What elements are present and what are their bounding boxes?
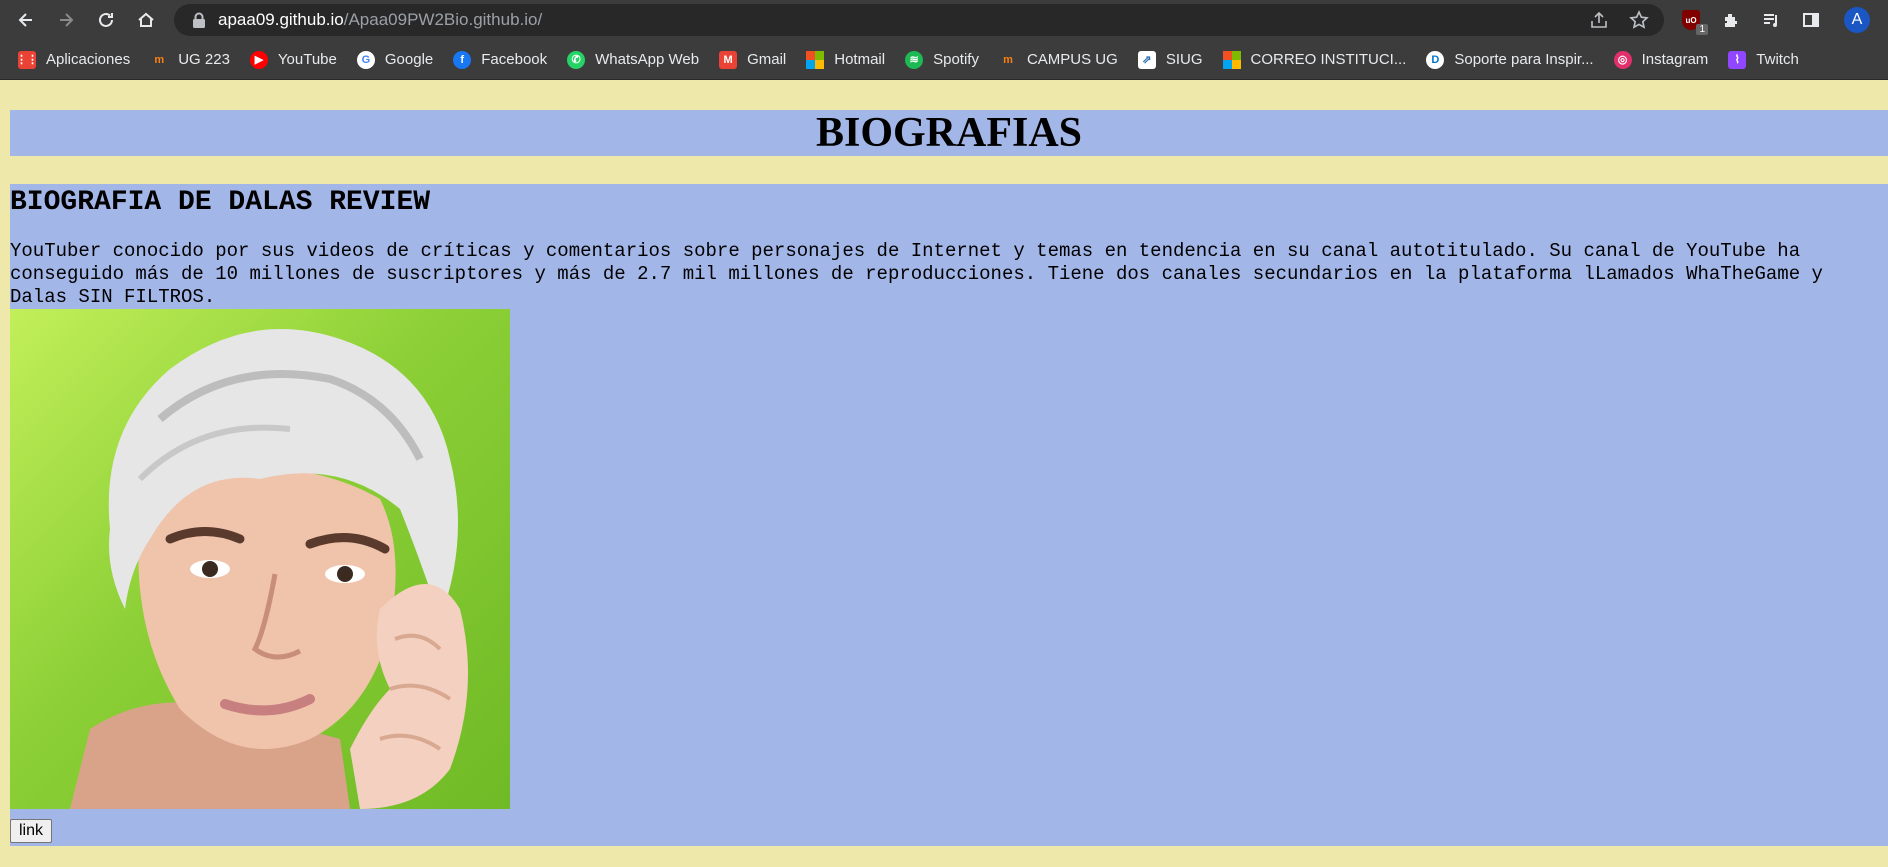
back-icon[interactable] (6, 0, 46, 40)
apps-grid-icon: ⋮⋮ (16, 50, 38, 69)
bookmark-label: Twitch (1756, 51, 1799, 68)
portrait-illustration (70, 329, 468, 809)
forward-icon[interactable] (46, 0, 86, 40)
reading-list-icon[interactable] (1758, 7, 1784, 33)
address-bar[interactable]: apaa09.github.io/Apaa09PW2Bio.github.io/ (174, 4, 1664, 36)
instagram-icon: ◎ (1613, 50, 1632, 69)
gmail-icon: M (719, 50, 738, 69)
bookmark-label: WhatsApp Web (595, 51, 700, 68)
moodle-icon: m (1003, 53, 1013, 66)
bookmark-label: CAMPUS UG (1026, 51, 1118, 68)
bookmark-label: Instagram (1641, 51, 1709, 68)
bookmark-item[interactable]: ⇗ SIUG (1137, 50, 1203, 69)
facebook-icon: f (453, 50, 472, 69)
spotify-icon: ≋ (905, 50, 924, 69)
bookmark-item[interactable]: m UG 223 (150, 51, 230, 69)
profile-avatar[interactable]: A (1844, 7, 1870, 33)
youtube-icon: ▶ (249, 50, 268, 69)
moodle-icon: m (154, 53, 165, 66)
bio-text: YouTuber conocido por sus videos de crít… (10, 240, 1823, 308)
page-title: BIOGRAFIAS (815, 110, 1083, 156)
portrait-photo (10, 309, 510, 809)
google-icon: G (356, 50, 375, 69)
bookmark-item[interactable]: ⋮⋮ Aplicaciones (16, 50, 131, 69)
home-icon[interactable] (126, 0, 166, 40)
ublock-icon[interactable]: uO 1 (1678, 7, 1708, 35)
bookmark-item[interactable]: CORREO INSTITUCI... (1222, 50, 1407, 69)
bookmark-label: Spotify (933, 51, 979, 68)
bookmark-item[interactable]: Hotmail (806, 50, 886, 69)
browser-toolbar: apaa09.github.io/Apaa09PW2Bio.github.io/… (0, 0, 1888, 40)
bookmarks-bar: ⋮⋮ Aplicaciones m UG 223 ▶ YouTube G Google f Fac… (0, 40, 1888, 80)
bookmark-label: Soporte para Inspir... (1454, 51, 1594, 68)
twitch-icon: ⌇ (1728, 50, 1747, 69)
dell-icon: D (1426, 50, 1445, 69)
bookmark-label: Hotmail (834, 51, 886, 68)
bookmark-item[interactable]: ▶ YouTube (249, 50, 337, 69)
url-host: apaa09.github.io (218, 10, 344, 29)
bookmark-item[interactable]: M Gmail (719, 50, 787, 69)
bookmark-label: Aplicaciones (46, 51, 131, 68)
link-button[interactable]: link (10, 819, 53, 843)
bio-heading: BIOGRAFIA DE DALAS REVIEW (10, 187, 431, 218)
url-text[interactable]: apaa09.github.io/Apaa09PW2Bio.github.io/ (218, 10, 542, 30)
page-content: BIOGRAFIAS BIOGRAFIA DE DALAS REVIEW You… (0, 82, 1888, 867)
bookmark-star-icon[interactable] (1628, 9, 1650, 31)
bookmark-label: CORREO INSTITUCI... (1250, 51, 1407, 68)
whatsapp-icon: ✆ (567, 50, 586, 69)
extensions-icon[interactable] (1718, 7, 1744, 33)
reload-icon[interactable] (86, 0, 126, 40)
bookmark-item[interactable]: m CAMPUS UG (999, 51, 1118, 69)
microsoft-icon (806, 50, 825, 69)
microsoft-icon (1222, 50, 1241, 69)
side-panel-icon[interactable] (1798, 7, 1824, 33)
bookmark-label: SIUG (1165, 51, 1203, 68)
siug-icon: ⇗ (1137, 50, 1156, 69)
bookmark-item[interactable]: G Google (356, 50, 434, 69)
bookmark-label: Google (384, 51, 434, 68)
bookmark-item[interactable]: ✆ WhatsApp Web (567, 50, 700, 69)
extension-badge: 1 (1696, 24, 1708, 35)
bookmark-item[interactable]: f Facebook (453, 50, 548, 69)
bookmark-item[interactable]: ⌇ Twitch (1728, 50, 1799, 69)
bookmark-label: YouTube (277, 51, 337, 68)
bookmark-label: Gmail (747, 51, 787, 68)
share-icon[interactable] (1588, 9, 1610, 31)
bookmark-item[interactable]: ≋ Spotify (905, 50, 979, 69)
bookmark-label: Facebook (481, 51, 548, 68)
bookmark-item[interactable]: ◎ Instagram (1613, 50, 1709, 69)
biography-section: BIOGRAFIA DE DALAS REVIEW YouTuber conoc… (10, 184, 1888, 846)
bookmark-item[interactable]: D Soporte para Inspir... (1426, 50, 1594, 69)
lock-icon[interactable] (192, 12, 206, 28)
header-band: BIOGRAFIAS (10, 110, 1888, 156)
url-path: /Apaa09PW2Bio.github.io/ (343, 10, 543, 29)
bookmark-label: UG 223 (178, 51, 230, 68)
